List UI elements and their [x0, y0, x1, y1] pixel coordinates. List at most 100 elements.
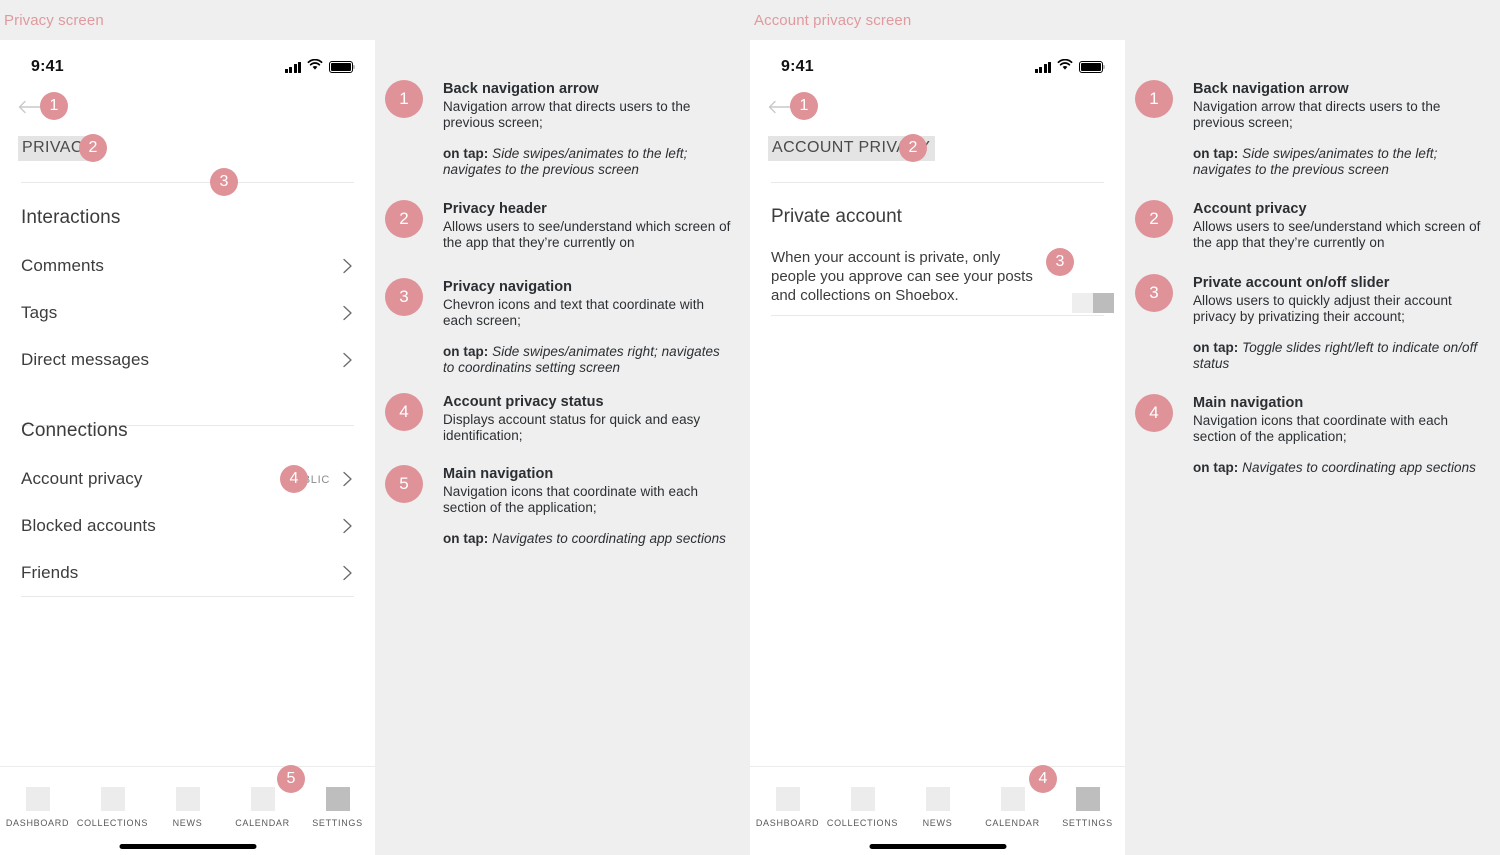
tab-label: CALENDAR — [985, 818, 1040, 828]
annotation-description: Navigation arrow that directs users to t… — [443, 99, 691, 130]
tab-label: CALENDAR — [235, 818, 290, 828]
row-friends[interactable]: Friends — [21, 563, 354, 593]
annotation-description: Navigation icons that coordinate with ea… — [1193, 413, 1449, 444]
tab-label: SETTINGS — [1062, 818, 1113, 828]
annotation-ontap: on tap: Navigates to coordinating app se… — [443, 531, 735, 547]
header-divider — [21, 182, 354, 183]
left-annotation-column: 1 Back navigation arrow Navigation arrow… — [380, 0, 750, 855]
row-label: Account privacy — [21, 469, 143, 488]
calendar-icon — [1000, 787, 1025, 811]
tab-collections[interactable]: COLLECTIONS — [825, 787, 900, 828]
annotation-title: Main navigation — [1193, 395, 1304, 411]
marker-2: 2 — [79, 134, 107, 162]
private-account-title: Private account — [771, 206, 902, 227]
tab-calendar[interactable]: CALENDAR — [225, 787, 300, 828]
annotation-description: Allows users to see/understand which scr… — [1193, 219, 1481, 250]
tab-settings[interactable]: SETTINGS — [300, 787, 375, 828]
row-direct-messages[interactable]: Direct messages — [21, 350, 354, 380]
status-bar: 9:41 — [0, 40, 375, 96]
account-privacy-screen-phone: 9:41 ACCOUNT PRIVACY Private account Whe… — [750, 40, 1125, 855]
ontap-label: on tap: — [1193, 340, 1239, 355]
annotation-title: Back navigation arrow — [1193, 81, 1349, 97]
home-indicator — [869, 844, 1006, 849]
battery-icon — [329, 61, 356, 73]
annotation-badge: 3 — [1135, 274, 1173, 312]
annotation-title: Main navigation — [443, 466, 554, 482]
row-label: Comments — [21, 256, 104, 275]
ontap-label: on tap: — [443, 146, 489, 161]
tab-dashboard[interactable]: DASHBOARD — [750, 787, 825, 828]
right-section-title: Account privacy screen — [754, 12, 912, 29]
status-time: 9:41 — [781, 58, 814, 75]
row-label: Tags — [21, 303, 58, 322]
private-account-toggle[interactable] — [1072, 293, 1114, 313]
marker-1: 1 — [40, 92, 68, 120]
row-tags[interactable]: Tags — [21, 303, 354, 333]
main-navigation-bar: DASHBOARD COLLECTIONS NEWS CALENDAR SETT… — [750, 766, 1125, 855]
annotation-title: Account privacy — [1193, 201, 1307, 217]
tab-label: COLLECTIONS — [76, 818, 149, 828]
annotation-description: Chevron icons and text that coordinate w… — [443, 297, 705, 328]
chevron-right-icon — [342, 257, 354, 275]
status-time: 9:41 — [31, 58, 64, 75]
marker-3: 3 — [210, 168, 238, 196]
tab-label: SETTINGS — [312, 818, 363, 828]
annotation-title: Private account on/off slider — [1193, 275, 1390, 291]
ontap-label: on tap: — [1193, 146, 1239, 161]
annotation-description: Displays account status for quick and ea… — [443, 412, 701, 443]
settings-icon — [325, 787, 350, 811]
marker-1: 1 — [790, 92, 818, 120]
ontap-text: Navigates to coordinating app sections — [488, 531, 726, 546]
marker-4: 4 — [280, 465, 308, 493]
left-section-title: Privacy screen — [4, 12, 104, 29]
group-heading-connections: Connections — [21, 420, 128, 441]
status-bar: 9:41 — [750, 40, 1125, 96]
row-blocked-accounts[interactable]: Blocked accounts — [21, 516, 354, 546]
annotation-ontap: on tap: Toggle slides right/left to indi… — [1193, 340, 1485, 372]
tab-collections[interactable]: COLLECTIONS — [75, 787, 150, 828]
marker-5: 5 — [277, 765, 305, 793]
tab-label: DASHBOARD — [5, 818, 70, 828]
cellular-signal-icon — [1034, 61, 1051, 73]
main-navigation-bar: DASHBOARD COLLECTIONS NEWS CALENDAR SETT… — [0, 766, 375, 855]
header-divider — [771, 182, 1104, 183]
tab-news[interactable]: NEWS — [150, 787, 225, 828]
annotation-description: Allows users to quickly adjust their acc… — [1193, 293, 1452, 324]
home-indicator — [119, 844, 256, 849]
tab-label: COLLECTIONS — [826, 818, 899, 828]
ontap-label: on tap: — [443, 531, 489, 546]
annotation-description: Allows users to see/understand which scr… — [443, 219, 731, 250]
privacy-screen-phone: 9:41 PRIVACY Interactions Comments Tags … — [0, 40, 375, 855]
collections-icon — [850, 787, 875, 811]
status-icons — [284, 58, 356, 76]
annotation-badge: 2 — [385, 200, 423, 238]
tab-calendar[interactable]: CALENDAR — [975, 787, 1050, 828]
annotation-description: Navigation arrow that directs users to t… — [1193, 99, 1441, 130]
ontap-label: on tap: — [443, 344, 489, 359]
section-bottom-divider — [771, 315, 1104, 316]
chevron-right-icon — [342, 517, 354, 535]
group-heading-interactions: Interactions — [21, 207, 121, 228]
annotation-badge: 3 — [385, 278, 423, 316]
settings-icon — [1075, 787, 1100, 811]
marker-3: 3 — [1046, 248, 1074, 276]
tab-settings[interactable]: SETTINGS — [1050, 787, 1125, 828]
tab-dashboard[interactable]: DASHBOARD — [0, 787, 75, 828]
chevron-right-icon — [342, 351, 354, 369]
annotation-title: Privacy header — [443, 201, 547, 217]
calendar-icon — [250, 787, 275, 811]
annotation-ontap: on tap: Side swipes/animates to the left… — [443, 146, 735, 178]
annotation-title: Privacy navigation — [443, 279, 573, 295]
tab-label: NEWS — [922, 818, 953, 828]
annotation-badge: 4 — [385, 393, 423, 431]
wifi-icon — [1057, 58, 1073, 76]
chevron-right-icon — [342, 470, 354, 488]
marker-4: 4 — [1029, 765, 1057, 793]
ontap-label: on tap: — [1193, 460, 1239, 475]
row-label: Friends — [21, 563, 79, 582]
tab-news[interactable]: NEWS — [900, 787, 975, 828]
row-label: Blocked accounts — [21, 516, 156, 535]
row-comments[interactable]: Comments — [21, 256, 354, 286]
list-bottom-divider — [21, 596, 354, 597]
annotation-badge: 4 — [1135, 394, 1173, 432]
